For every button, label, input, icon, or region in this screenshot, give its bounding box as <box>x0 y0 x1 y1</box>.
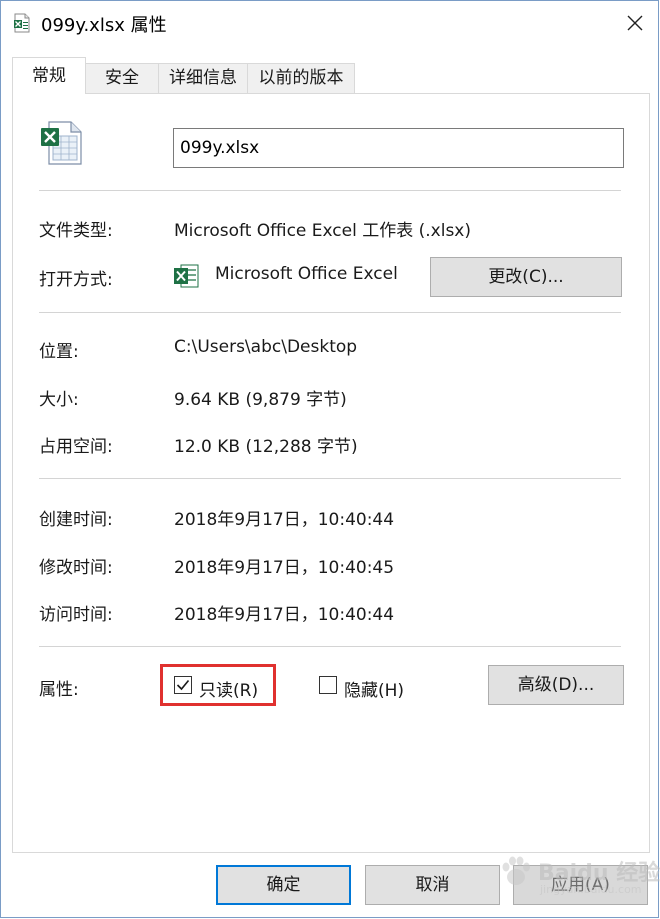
ok-button[interactable]: 确定 <box>216 865 351 905</box>
open-with-value: Microsoft Office Excel <box>215 264 398 284</box>
location-label: 位置: <box>39 342 79 362</box>
location-value: C:\Users\abc\Desktop <box>174 337 358 357</box>
size-value: 9.64 KB (9,879 字节) <box>174 390 347 410</box>
file-type-label: 文件类型: <box>39 221 113 241</box>
accessed-value: 2018年9月17日，10:40:44 <box>174 605 395 625</box>
disk-size-value: 12.0 KB (12,288 字节) <box>174 437 358 457</box>
file-name-input[interactable] <box>173 128 624 168</box>
title-bar[interactable]: 099y.xlsx 属性 <box>1 1 658 45</box>
properties-dialog: 099y.xlsx 属性 常规 安全 详细信息 以前的版本 文件类型: Micr… <box>0 0 660 918</box>
cancel-button[interactable]: 取消 <box>365 865 500 905</box>
excel-app-icon <box>173 262 199 290</box>
accessed-label: 访问时间: <box>39 605 113 625</box>
disk-size-label: 占用空间: <box>39 437 113 457</box>
readonly-checkbox[interactable] <box>174 676 192 694</box>
tab-label: 详细信息 <box>169 68 237 88</box>
open-with-label: 打开方式: <box>39 270 113 290</box>
close-icon <box>627 15 643 31</box>
created-label: 创建时间: <box>39 510 113 530</box>
tab-security[interactable]: 安全 <box>85 63 159 93</box>
tab-label: 常规 <box>32 66 66 86</box>
tab-general[interactable]: 常规 <box>12 57 86 94</box>
separator <box>39 312 621 313</box>
baidu-watermark: Baidu 经验 jingyan.baidu.com <box>498 849 660 909</box>
general-panel: 文件类型: Microsoft Office Excel 工作表 (.xlsx)… <box>12 93 650 853</box>
hidden-label[interactable]: 隐藏(H) <box>344 676 404 701</box>
advanced-button[interactable]: 高级(D)... <box>488 665 624 705</box>
watermark-subtext: jingyan.baidu.com <box>540 883 642 896</box>
separator <box>39 478 621 479</box>
attributes-label: 属性: <box>39 680 79 700</box>
hidden-checkbox[interactable] <box>319 676 337 694</box>
window-title: 099y.xlsx 属性 <box>41 15 167 36</box>
separator <box>39 190 621 191</box>
excel-file-icon <box>13 13 31 33</box>
excel-file-large-icon <box>39 120 85 166</box>
modified-value: 2018年9月17日，10:40:45 <box>174 558 395 578</box>
checkmark-icon <box>176 679 190 691</box>
tab-label: 安全 <box>105 68 139 88</box>
paw-icon <box>502 856 530 885</box>
readonly-label[interactable]: 只读(R) <box>199 676 258 701</box>
tab-label: 以前的版本 <box>258 68 344 88</box>
tab-previous-versions[interactable]: 以前的版本 <box>247 63 355 93</box>
close-button[interactable] <box>612 1 658 45</box>
separator <box>39 646 621 647</box>
size-label: 大小: <box>39 390 79 410</box>
file-type-value: Microsoft Office Excel 工作表 (.xlsx) <box>174 221 472 241</box>
tab-details[interactable]: 详细信息 <box>158 63 248 93</box>
modified-label: 修改时间: <box>39 558 113 578</box>
created-value: 2018年9月17日，10:40:44 <box>174 510 395 530</box>
change-button[interactable]: 更改(C)... <box>430 257 622 297</box>
